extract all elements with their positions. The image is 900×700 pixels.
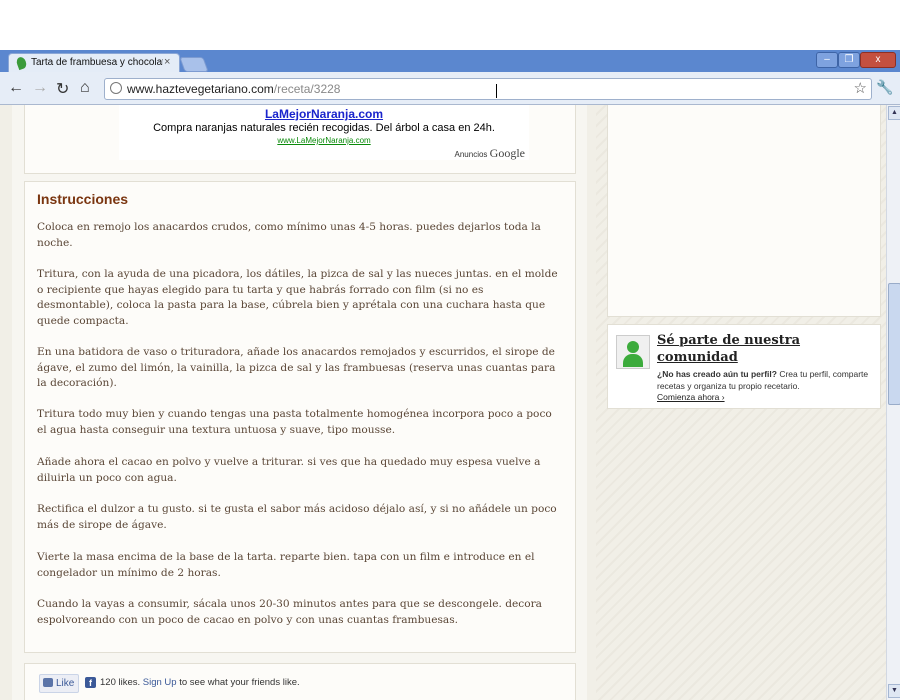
community-description: ¿No has creado aún tu perfil? Crea tu pe… (657, 368, 872, 392)
sign-up-link[interactable]: Sign Up (143, 677, 177, 688)
wrench-icon[interactable]: 🔧 (876, 79, 893, 96)
instruction-step: Añade ahora el cacao en polvo y vuelve a… (37, 456, 541, 484)
likes-summary: 120 likes. Sign Up to see what your frie… (100, 677, 300, 688)
bookmark-star-icon[interactable]: ☆ (854, 79, 867, 97)
ad-card: LaMejorNaranja.com Compra naranjas natur… (24, 105, 576, 174)
avatar-head (627, 341, 639, 353)
ad-title[interactable]: LaMejorNaranja.com (119, 107, 529, 121)
home-icon[interactable]: ⌂ (80, 79, 90, 97)
new-tab-button[interactable] (179, 57, 209, 72)
text-cursor-icon (496, 84, 499, 98)
ads-by-label: Anuncios (454, 150, 488, 159)
instruction-step: Coloca en remojo los anacardos crudos, c… (37, 221, 541, 249)
url-text: www.haztevegetariano.com/receta/3228 (127, 82, 340, 96)
likes-suffix: to see what your friends like. (176, 677, 300, 688)
community-widget: Sé parte de nuestra comunidad ¿No has cr… (607, 324, 881, 409)
url-domain: www.haztevegetariano.com (127, 82, 274, 96)
scroll-down-arrow-icon[interactable]: ▼ (888, 684, 900, 698)
facebook-like-card: Like f 120 likes. Sign Up to see what yo… (24, 663, 576, 700)
get-started-link[interactable]: Comienza ahora › (657, 392, 725, 402)
minimize-button[interactable]: – (816, 52, 838, 68)
google-logo: Google (489, 146, 525, 160)
ad-description: Compra naranjas naturales recién recogid… (153, 122, 495, 134)
address-bar[interactable]: www.haztevegetariano.com/receta/3228 ☆ (104, 78, 872, 100)
instruction-step: Cuando la vayas a consumir, sácala unos … (37, 598, 542, 626)
community-title[interactable]: Sé parte de nuestra comunidad (657, 332, 867, 366)
user-avatar-icon (616, 335, 650, 369)
instructions-heading: Instrucciones (37, 191, 129, 207)
back-arrow-icon[interactable]: ← (8, 79, 24, 97)
instruction-step: Tritura todo muy bien y cuando tengas un… (37, 408, 552, 436)
tab-active[interactable]: Tarta de frambuesa y chocolat × (8, 53, 180, 73)
instruction-step: Rectifica el dulzor a tu gusto. si te gu… (37, 503, 557, 531)
sidebar-empty-panel (607, 105, 881, 317)
forward-arrow-icon[interactable]: → (32, 79, 48, 97)
likes-count: 120 likes. (100, 677, 141, 688)
like-label: Like (56, 678, 75, 689)
thumbs-up-icon (43, 678, 53, 687)
tab-title: Tarta de frambuesa y chocolat (31, 57, 163, 68)
close-window-button[interactable]: x (860, 52, 896, 68)
avatar-body (623, 354, 643, 367)
instruction-step: Tritura, con la ayuda de una picadora, l… (37, 268, 558, 327)
globe-icon (110, 82, 122, 94)
google-ad[interactable]: LaMejorNaranja.com Compra naranjas natur… (119, 105, 529, 160)
leaf-favicon-icon (15, 55, 28, 71)
facebook-like-button[interactable]: Like (39, 674, 80, 693)
url-path: /receta/3228 (273, 82, 341, 96)
facebook-icon: f (85, 677, 96, 688)
reload-icon[interactable]: ↻ (56, 79, 69, 99)
instruction-step: Vierte la masa encima de la base de la t… (37, 551, 535, 579)
ad-link[interactable]: www.LaMejorNaranja.com (119, 136, 529, 145)
instruction-step: En una batidora de vaso o trituradora, a… (37, 346, 556, 389)
community-question: ¿No has creado aún tu perfil? (657, 369, 777, 379)
ads-by-google[interactable]: Anuncios Google (455, 146, 525, 161)
vertical-scrollbar[interactable]: ▲ ▼ (886, 105, 900, 700)
scroll-up-arrow-icon[interactable]: ▲ (888, 106, 900, 120)
maximize-button[interactable]: ❐ (838, 52, 860, 68)
scrollbar-thumb[interactable] (888, 283, 900, 405)
page-viewport: LaMejorNaranja.com Compra naranjas natur… (0, 105, 886, 700)
tab-close-icon[interactable]: × (164, 56, 170, 68)
